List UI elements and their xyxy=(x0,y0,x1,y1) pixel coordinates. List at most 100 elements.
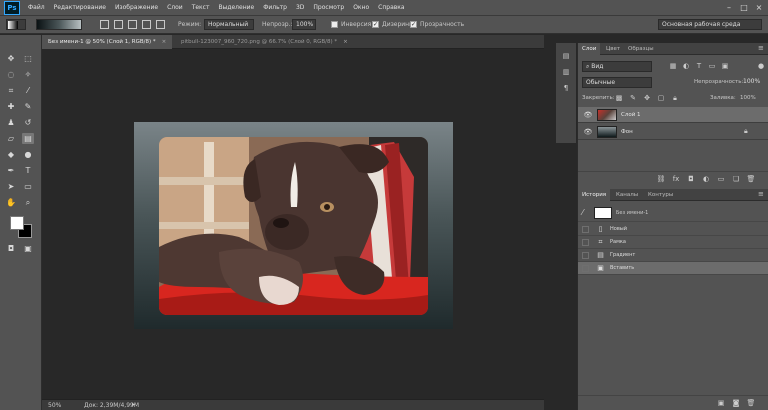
clone-stamp-icon[interactable]: ♟ xyxy=(5,117,17,128)
blend-mode-select[interactable]: Обычные xyxy=(582,77,652,88)
new-document-from-state-icon[interactable]: ▣ xyxy=(716,398,726,408)
history-brush-source-icon[interactable]: ⁄ xyxy=(582,208,583,217)
eyedropper-icon[interactable]: ⁄ xyxy=(22,85,34,96)
history-item[interactable]: ⌗ Рамка xyxy=(578,236,768,249)
brush-tool-icon[interactable]: ✎ xyxy=(22,101,34,112)
menu-help[interactable]: Справка xyxy=(378,4,404,11)
history-panel-icon[interactable]: ▤ xyxy=(561,51,571,61)
reverse-checkbox[interactable] xyxy=(331,21,338,28)
pixel-filter-icon[interactable]: ▦ xyxy=(668,61,678,71)
angle-gradient-icon[interactable] xyxy=(128,20,137,29)
dodge-tool-icon[interactable]: ● xyxy=(22,149,34,160)
zoom-tool-icon[interactable]: ⌕ xyxy=(22,197,34,208)
screen-mode-icon[interactable]: ▣ xyxy=(22,243,34,254)
tab-channels[interactable]: Каналы xyxy=(612,189,642,201)
add-mask-icon[interactable]: ◘ xyxy=(686,174,696,184)
crop-tool-icon[interactable]: ⌗ xyxy=(5,85,17,96)
new-layer-icon[interactable]: ❏ xyxy=(731,174,741,184)
filter-toggle-icon[interactable]: ● xyxy=(756,61,766,71)
eye-icon[interactable]: 👁︎ xyxy=(583,127,593,137)
properties-panel-icon[interactable]: ▥ xyxy=(561,67,571,77)
tab-layers[interactable]: Слои xyxy=(578,43,601,55)
fill-input[interactable]: 100% xyxy=(740,95,756,101)
linear-gradient-icon[interactable] xyxy=(100,20,109,29)
hand-tool-icon[interactable]: ✋ xyxy=(5,197,17,208)
app-logo[interactable]: Ps xyxy=(4,0,20,15)
smart-object-filter-icon[interactable]: ▣ xyxy=(720,61,730,71)
menu-view[interactable]: Просмотр xyxy=(313,4,344,11)
tab-document-1[interactable]: Без имени-1 @ 50% (Слой 1, RGB/8) * × xyxy=(42,35,172,49)
history-source-box[interactable] xyxy=(582,239,589,246)
tab-swatches[interactable]: Образцы xyxy=(624,43,658,55)
dither-checkbox[interactable]: ✓ xyxy=(372,21,379,28)
menu-file[interactable]: Файл xyxy=(28,4,45,11)
history-item[interactable]: ▣ Вставить xyxy=(578,262,768,275)
move-tool-icon[interactable]: ✥ xyxy=(5,53,17,64)
reflected-gradient-icon[interactable] xyxy=(142,20,151,29)
delete-layer-icon[interactable]: 🗑︎ xyxy=(746,174,756,184)
lasso-tool-icon[interactable]: ◌ xyxy=(5,69,17,80)
history-source-box[interactable] xyxy=(582,265,589,272)
lock-artboard-icon[interactable]: ▢ xyxy=(656,93,666,103)
menu-3d[interactable]: 3D xyxy=(296,4,304,11)
tool-preset-picker[interactable] xyxy=(6,19,26,30)
workspace-select[interactable]: Основная рабочая среда xyxy=(658,19,762,30)
marquee-tool-icon[interactable]: ⬚ xyxy=(22,53,34,64)
lock-transparency-icon[interactable]: ▩ xyxy=(614,93,624,103)
menu-filter[interactable]: Фильтр xyxy=(263,4,287,11)
panel-menu-icon[interactable]: ≡ xyxy=(758,190,764,198)
shape-filter-icon[interactable]: ▭ xyxy=(707,61,717,71)
quick-mask-icon[interactable]: ◘ xyxy=(5,243,17,254)
close-window-button[interactable]: × xyxy=(752,2,766,13)
blur-tool-icon[interactable]: ◆ xyxy=(5,149,17,160)
history-snapshot-row[interactable]: ⁄ Без имени-1 xyxy=(578,204,768,222)
transparency-checkbox[interactable]: ✓ xyxy=(410,21,417,28)
menu-select[interactable]: Выделение xyxy=(218,4,254,11)
menu-window[interactable]: Окно xyxy=(353,4,369,11)
type-tool-icon[interactable]: T xyxy=(22,165,34,176)
history-source-box[interactable] xyxy=(582,226,589,233)
pen-tool-icon[interactable]: ✒ xyxy=(5,165,17,176)
tab-document-2[interactable]: pitbull-123007_960_720.png @ 66.7% (Слой… xyxy=(175,35,359,49)
menu-edit[interactable]: Редактирование xyxy=(54,4,106,11)
adjustment-filter-icon[interactable]: ◐ xyxy=(681,61,691,71)
close-tab-icon[interactable]: × xyxy=(162,39,167,45)
lock-pixels-icon[interactable]: ✎ xyxy=(628,93,638,103)
new-snapshot-icon[interactable]: ◙ xyxy=(731,398,741,408)
menu-image[interactable]: Изображение xyxy=(115,4,158,11)
status-menu-icon[interactable]: ▸ xyxy=(132,401,135,408)
path-selection-icon[interactable]: ➤ xyxy=(5,181,17,192)
lock-all-icon[interactable]: 🔒︎ xyxy=(670,93,680,103)
shape-tool-icon[interactable]: ▭ xyxy=(22,181,34,192)
opacity-input[interactable]: 100% xyxy=(292,19,316,30)
close-tab-icon[interactable]: × xyxy=(343,39,348,45)
eye-icon[interactable]: 👁︎ xyxy=(583,110,593,120)
history-brush-icon[interactable]: ↺ xyxy=(22,117,34,128)
history-source-box[interactable] xyxy=(582,252,589,259)
zoom-level[interactable]: 50% xyxy=(48,402,61,409)
link-layers-icon[interactable]: ⛓ xyxy=(656,174,666,184)
adjustment-layer-icon[interactable]: ◐ xyxy=(701,174,711,184)
menu-layers[interactable]: Слои xyxy=(167,4,183,11)
minimize-button[interactable]: – xyxy=(722,2,736,13)
history-item[interactable]: ▯ Новый xyxy=(578,223,768,236)
history-item[interactable]: ▤ Градиент xyxy=(578,249,768,262)
panel-menu-icon[interactable]: ≡ xyxy=(758,44,764,52)
magic-wand-icon[interactable]: ✧ xyxy=(22,69,34,80)
lock-position-icon[interactable]: ✥ xyxy=(642,93,652,103)
gradient-tool-icon[interactable]: ▤ xyxy=(22,133,34,144)
radial-gradient-icon[interactable] xyxy=(114,20,123,29)
mode-select[interactable]: Нормальный xyxy=(204,19,254,30)
layer-kind-filter[interactable]: ⌕ Вид xyxy=(582,61,652,72)
layer-style-icon[interactable]: fx xyxy=(671,174,681,184)
layer-opacity-input[interactable]: 100% xyxy=(740,77,765,88)
tab-color[interactable]: Цвет xyxy=(602,43,624,55)
new-group-icon[interactable]: ▭ xyxy=(716,174,726,184)
layer-row[interactable]: 👁︎ Слой 1 xyxy=(578,107,768,123)
tab-history[interactable]: История xyxy=(578,189,611,201)
healing-brush-icon[interactable]: ✚ xyxy=(5,101,17,112)
type-filter-icon[interactable]: T xyxy=(694,61,704,71)
paragraph-panel-icon[interactable]: ¶ xyxy=(561,83,571,93)
tab-paths[interactable]: Контуры xyxy=(644,189,677,201)
delete-state-icon[interactable]: 🗑︎ xyxy=(746,398,756,408)
